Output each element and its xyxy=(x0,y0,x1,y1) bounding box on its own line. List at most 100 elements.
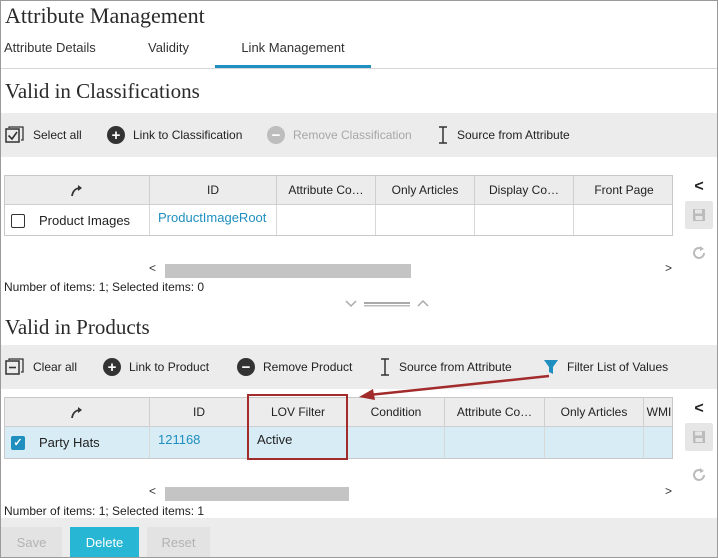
column-header-only-articles[interactable]: Only Articles xyxy=(376,176,475,205)
refresh-button[interactable] xyxy=(685,239,713,267)
link-column-header[interactable] xyxy=(5,398,150,427)
remove-classification-label: Remove Classification xyxy=(293,128,412,142)
row-checkbox[interactable]: ✓ xyxy=(11,436,25,450)
row-only-articles-cell xyxy=(545,427,644,458)
row-id-cell: ProductImageRoot xyxy=(150,205,277,235)
products-toolbar: Clear all + Link to Product − Remove Pro… xyxy=(1,345,717,389)
save-row-button[interactable] xyxy=(685,423,713,451)
column-header-only-articles[interactable]: Only Articles xyxy=(545,398,644,427)
minus-circle-icon: − xyxy=(237,358,255,376)
floppy-disk-icon xyxy=(693,209,705,221)
row-name: Party Hats xyxy=(39,435,100,450)
scroll-right-icon[interactable]: > xyxy=(665,261,672,275)
delete-button[interactable]: Delete xyxy=(70,527,139,557)
source-from-attribute-label: Source from Attribute xyxy=(457,128,570,142)
column-header-id[interactable]: ID xyxy=(150,176,277,205)
row-id-link[interactable]: 121168 xyxy=(158,432,200,447)
scrollbar-thumb[interactable] xyxy=(165,264,411,278)
column-header-wmi[interactable]: WMI xyxy=(644,398,672,427)
row-id-link[interactable]: ProductImageRoot xyxy=(158,210,266,225)
link-arrow-icon xyxy=(71,406,82,419)
tab-attribute-details[interactable]: Attribute Details xyxy=(4,40,96,68)
clear-all-label: Clear all xyxy=(33,360,78,374)
link-to-product-label: Link to Product xyxy=(129,360,210,374)
row-attribute-condition-cell xyxy=(445,427,545,458)
table-row[interactable]: ✓ Party Hats 121168 Active xyxy=(5,427,672,458)
select-all-icon xyxy=(5,126,25,144)
splitter-handle-icon xyxy=(345,299,429,308)
column-header-condition[interactable]: Condition xyxy=(348,398,445,427)
collapse-panel-button[interactable]: < xyxy=(685,395,713,423)
scrollbar-thumb[interactable] xyxy=(165,487,349,501)
clear-all-icon xyxy=(5,358,25,376)
link-to-classification-button[interactable]: + Link to Classification xyxy=(107,113,242,157)
text-cursor-icon xyxy=(379,357,391,377)
scroll-right-icon[interactable]: > xyxy=(665,484,672,498)
filter-list-of-values-label: Filter List of Values xyxy=(567,360,669,374)
scroll-left-icon[interactable]: < xyxy=(149,484,156,498)
row-checkbox[interactable] xyxy=(11,214,25,228)
chevron-left-icon: < xyxy=(694,178,704,195)
remove-classification-button[interactable]: − Remove Classification xyxy=(267,113,412,157)
classifications-grid: ID Attribute Co… Only Articles Display C… xyxy=(4,175,673,236)
tab-bar: Attribute Details Validity Link Manageme… xyxy=(1,37,717,69)
plus-circle-icon: + xyxy=(103,358,121,376)
row-attribute-condition-cell xyxy=(277,205,376,235)
filter-list-of-values-button[interactable]: Filter List of Values xyxy=(543,345,668,389)
column-header-id[interactable]: ID xyxy=(150,398,249,427)
column-header-lov-filter[interactable]: LOV Filter xyxy=(249,398,348,427)
page-title: Attribute Management xyxy=(5,3,205,28)
column-header-front-page[interactable]: Front Page xyxy=(574,176,672,205)
reset-button[interactable]: Reset xyxy=(147,527,210,557)
funnel-icon xyxy=(543,358,559,376)
row-only-articles-cell xyxy=(376,205,475,235)
clear-all-button[interactable]: Clear all xyxy=(5,345,77,389)
remove-product-label: Remove Product xyxy=(263,360,353,374)
tab-validity[interactable]: Validity xyxy=(148,40,189,68)
link-to-classification-label: Link to Classification xyxy=(133,128,243,142)
classifications-grid-header: ID Attribute Co… Only Articles Display C… xyxy=(5,176,672,205)
plus-circle-icon: + xyxy=(107,126,125,144)
classifications-status: Number of items: 1; Selected items: 0 xyxy=(4,280,205,294)
row-condition-cell xyxy=(348,427,445,458)
save-row-button[interactable] xyxy=(685,201,713,229)
tab-link-management[interactable]: Link Management xyxy=(215,40,371,68)
classifications-section-title: Valid in Classifications xyxy=(5,79,200,103)
chevron-left-icon: < xyxy=(694,400,704,417)
link-arrow-icon xyxy=(71,184,82,197)
products-status: Number of items: 1; Selected items: 1 xyxy=(4,504,205,518)
row-lov-filter-value: Active xyxy=(257,432,293,447)
row-name: Product Images xyxy=(39,213,131,228)
minus-circle-icon: − xyxy=(267,126,285,144)
column-header-attribute-condition[interactable]: Attribute Co… xyxy=(445,398,545,427)
row-id-cell: 121168 xyxy=(150,427,249,458)
refresh-button[interactable] xyxy=(685,461,713,489)
source-from-attribute-button[interactable]: Source from Attribute xyxy=(437,113,570,157)
refresh-icon xyxy=(693,246,705,259)
link-to-product-button[interactable]: + Link to Product xyxy=(103,345,209,389)
products-horizontal-scrollbar[interactable]: < > xyxy=(149,484,675,501)
link-column-header[interactable] xyxy=(5,176,150,205)
scroll-left-icon[interactable]: < xyxy=(149,261,156,275)
text-cursor-icon xyxy=(437,125,449,145)
table-row[interactable]: Product Images ProductImageRoot xyxy=(5,205,672,235)
column-header-display-condition[interactable]: Display Co… xyxy=(475,176,574,205)
source-from-attribute-button[interactable]: Source from Attribute xyxy=(379,345,512,389)
products-grid-header: ID LOV Filter Condition Attribute Co… On… xyxy=(5,398,672,427)
remove-product-button[interactable]: − Remove Product xyxy=(237,345,352,389)
select-all-button[interactable]: Select all xyxy=(5,113,82,157)
row-lov-filter-cell[interactable]: Active xyxy=(249,427,348,458)
source-from-attribute-label: Source from Attribute xyxy=(399,360,512,374)
classifications-horizontal-scrollbar[interactable]: < > xyxy=(149,261,675,278)
panel-splitter[interactable] xyxy=(341,297,433,309)
save-button[interactable]: Save xyxy=(1,527,62,557)
row-wmi-cell xyxy=(644,427,672,458)
row-name-cell: ✓ Party Hats xyxy=(5,427,150,458)
row-name-cell: Product Images xyxy=(5,205,150,235)
collapse-panel-button[interactable]: < xyxy=(685,173,713,201)
select-all-label: Select all xyxy=(33,128,82,142)
column-header-attribute-condition[interactable]: Attribute Co… xyxy=(277,176,376,205)
products-section-title: Valid in Products xyxy=(5,315,150,339)
products-grid: ID LOV Filter Condition Attribute Co… On… xyxy=(4,397,673,459)
row-display-condition-cell xyxy=(475,205,574,235)
